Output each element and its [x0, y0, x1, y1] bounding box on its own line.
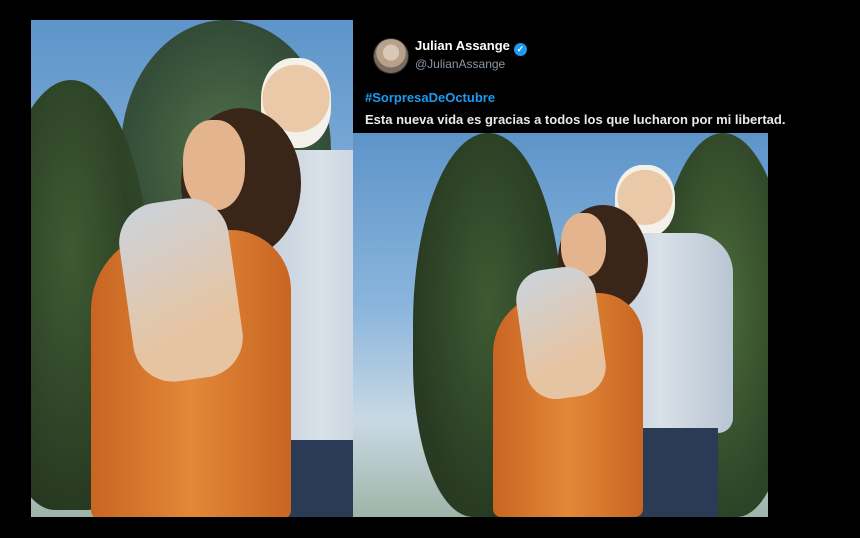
- tweet-text: Esta nueva vida es gracias a todos los q…: [365, 112, 786, 127]
- author-name[interactable]: Julian Assange ✓: [415, 38, 527, 56]
- avatar[interactable]: [373, 38, 409, 74]
- tweet-card[interactable]: Julian Assange ✓ @JulianAssange #Sorpresa…: [353, 20, 808, 133]
- hashtag-link[interactable]: #SorpresaDeOctubre: [365, 90, 495, 105]
- photo-right: [353, 133, 768, 517]
- woman-face: [183, 120, 245, 210]
- author-handle[interactable]: @JulianAssange: [415, 57, 505, 71]
- photo-left: [31, 20, 353, 517]
- verified-badge-icon: ✓: [513, 43, 527, 56]
